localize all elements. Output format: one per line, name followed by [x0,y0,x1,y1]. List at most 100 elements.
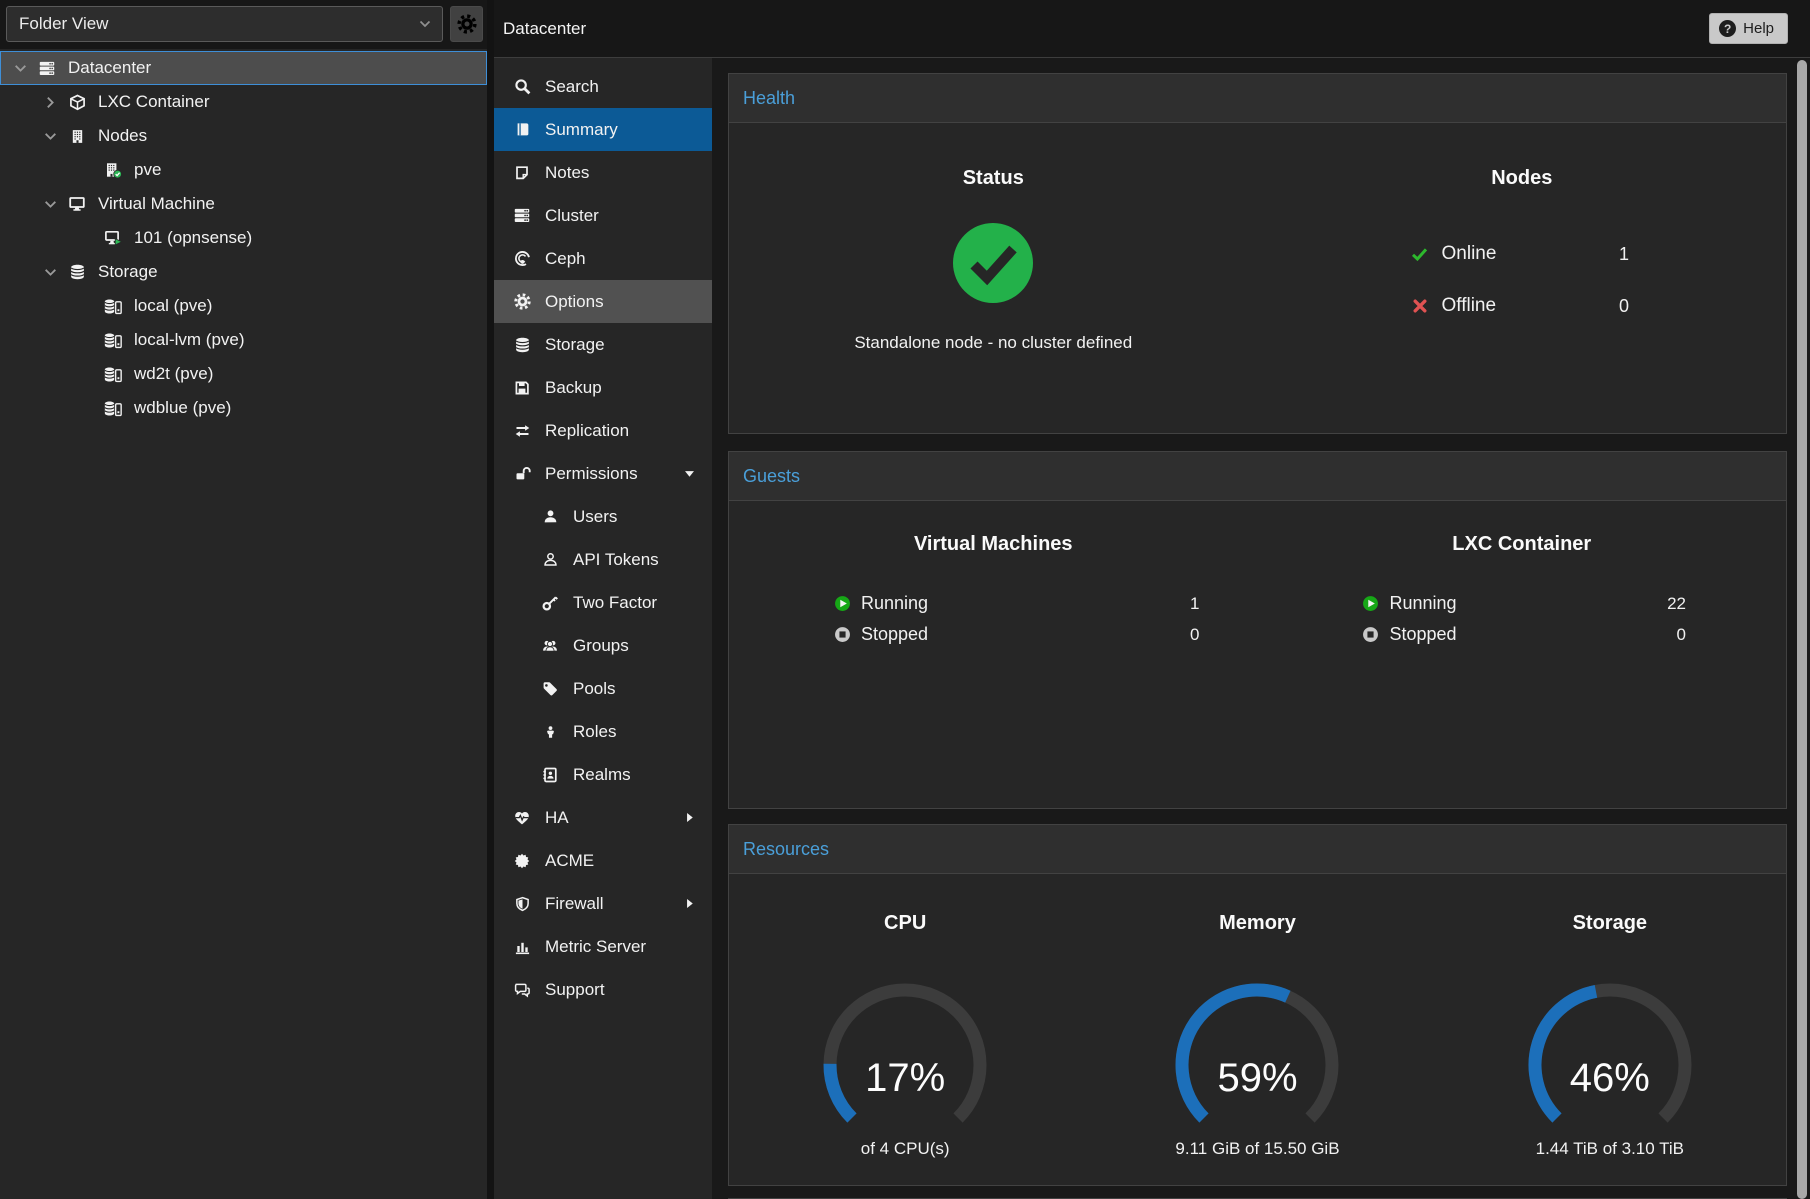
menu-item-backup[interactable]: Backup [494,366,712,409]
menu-item-label: Two Factor [573,593,657,613]
users-icon [539,638,561,653]
tree-item-virtual-machine[interactable]: Virtual Machine [0,187,487,221]
tree-item-101-opnsense[interactable]: 101 (opnsense) [0,221,487,255]
menu-item-label: Replication [545,421,629,441]
guest-row-label: Stopped [1390,624,1457,645]
server-stack-icon [511,207,533,224]
menu-item-two-factor[interactable]: Two Factor [494,581,712,624]
status-heading: Status [963,167,1024,190]
menu-item-api-tokens[interactable]: API Tokens [494,538,712,581]
section-menu: Search SummaryNotesCluster Ceph Options Stor… [494,57,712,1199]
menu-item-users[interactable]: Users [494,495,712,538]
menu-item-search[interactable]: Search [494,65,712,108]
menu-item-label: Metric Server [545,937,646,957]
menu-item-label: Support [545,980,605,1000]
caret-right-icon [683,811,696,824]
cluster-status-section: Status Standalone node - no cluster defi… [729,123,1258,353]
menu-item-acme[interactable]: ACME [494,839,712,882]
menu-item-label: Options [545,292,604,312]
tree-item-lxc-container[interactable]: LXC Container [0,85,487,119]
menu-item-notes[interactable]: Notes [494,151,712,194]
tree-item-storage[interactable]: Storage [0,255,487,289]
building-check-icon [96,162,130,179]
menu-item-support[interactable]: Support [494,968,712,1011]
menu-item-cluster[interactable]: Cluster [494,194,712,237]
cross-icon [1410,298,1430,314]
menu-item-label: Firewall [545,894,604,914]
node-status-value: 0 [1607,296,1629,317]
tree-settings-button[interactable] [450,6,483,42]
tree-item-datacenter[interactable]: Datacenter [0,51,487,85]
caret-right-icon [683,897,696,910]
menu-item-label: Search [545,77,599,97]
tree-item-label: Storage [98,262,158,282]
menu-item-options[interactable]: Options [494,280,712,323]
tree-item-wdblue-pve[interactable]: wdblue (pve) [0,391,487,425]
view-selector[interactable]: Folder View [6,6,443,42]
shield-icon [511,896,533,912]
menu-item-label: Pools [573,679,616,699]
menu-item-label: Ceph [545,249,586,269]
caret-down-icon [683,467,696,480]
menu-item-label: HA [545,808,569,828]
menu-item-label: Permissions [545,464,638,484]
check-icon [1410,246,1430,262]
database-icon [511,336,533,354]
play-circle-icon [833,595,851,612]
menu-item-label: Groups [573,636,629,656]
sync-icon [511,423,533,439]
menu-item-summary[interactable]: Summary [494,108,712,151]
tree-item-label: LXC Container [98,92,210,112]
tree-item-local-pve[interactable]: local (pve) [0,289,487,323]
guest-row-label: Running [861,593,928,614]
tree-item-local-lvm-pve[interactable]: local-lvm (pve) [0,323,487,357]
menu-item-realms[interactable]: Realms [494,753,712,796]
chevron-right-icon[interactable] [40,95,60,110]
main-content: Health Status Standalone node - no clust… [712,57,1810,1199]
guests-panel-header: Guests [729,452,1786,501]
user-icon [539,509,561,524]
gauge-heading: Memory [1219,912,1296,935]
guest-row-stopped: Stopped0 [729,619,1258,650]
tree-item-label: Datacenter [68,58,151,78]
cube-icon [60,94,94,111]
tree-item-nodes[interactable]: Nodes [0,119,487,153]
gauge-caption: 9.11 GiB of 15.50 GiB [1175,1139,1339,1159]
tree-item-label: 101 (opnsense) [134,228,252,248]
menu-item-replication[interactable]: Replication [494,409,712,452]
tree-item-label: local (pve) [134,296,212,316]
gauge-caption: 1.44 TiB of 3.10 TiB [1536,1139,1684,1159]
guests-column-heading: LXC Container [1258,533,1787,556]
guests-column-virtual-machines: Virtual MachinesRunning1Stopped0 [729,501,1258,650]
gear-icon [511,293,533,310]
chevron-down-icon[interactable] [40,129,60,144]
node-status-value: 1 [1607,244,1629,265]
help-button[interactable]: ? Help [1709,13,1788,44]
menu-item-roles[interactable]: Roles [494,710,712,753]
tree-item-label: pve [134,160,161,180]
scrollbar-thumb[interactable] [1797,60,1807,1199]
chevron-down-icon[interactable] [40,197,60,212]
menu-item-ha[interactable]: HA [494,796,712,839]
menu-item-permissions[interactable]: Permissions [494,452,712,495]
tree-item-pve[interactable]: pve [0,153,487,187]
panel-splitter[interactable] [487,0,494,1199]
menu-item-ceph[interactable]: Ceph [494,237,712,280]
menu-item-pools[interactable]: Pools [494,667,712,710]
resource-tree-panel: Folder View Datacenter LXC Container Nodes… [0,0,487,1199]
chevron-down-icon[interactable] [10,61,30,76]
resources-panel-header: Resources [729,825,1786,874]
guest-row-value: 1 [1172,594,1200,614]
guest-row-label: Running [1390,593,1457,614]
chevron-down-icon[interactable] [40,265,60,280]
guest-row-stopped: Stopped0 [1258,619,1787,650]
menu-item-groups[interactable]: Groups [494,624,712,667]
menu-item-storage[interactable]: Storage [494,323,712,366]
menu-item-metric-server[interactable]: Metric Server [494,925,712,968]
chevron-down-icon [418,17,432,31]
tree-item-wd2t-pve[interactable]: wd2t (pve) [0,357,487,391]
gauge-arc: 17% [817,977,993,1127]
gauge-percent: 17% [817,1056,993,1101]
menu-item-firewall[interactable]: Firewall [494,882,712,925]
tree-item-label: Virtual Machine [98,194,215,214]
